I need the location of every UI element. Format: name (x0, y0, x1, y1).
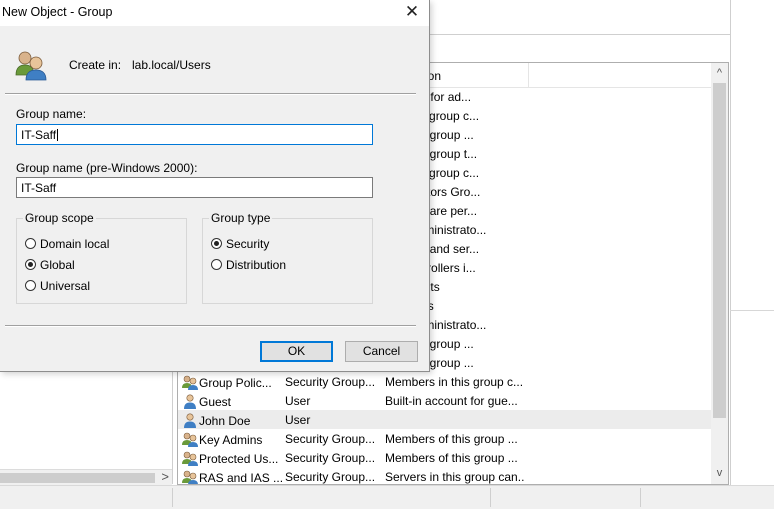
dialog-title: New Object - Group (2, 5, 113, 19)
radio-label: Domain local (40, 237, 110, 251)
ok-button[interactable]: OK (260, 341, 333, 362)
status-bar (0, 485, 774, 509)
list-cell-description: Built-in account for gue... (385, 394, 518, 408)
group-icon (15, 51, 47, 81)
radio-label: Global (40, 258, 75, 272)
list-row[interactable]: Protected Us... Security Group... Members … (178, 448, 712, 467)
radio-dot-icon[interactable] (25, 238, 36, 249)
actions-pane (730, 0, 774, 508)
create-in-path: lab.local/Users (132, 58, 211, 72)
list-cell-type: Security Group... (285, 451, 376, 465)
list-cell-name: RAS and IAS ... (182, 470, 282, 485)
group-type-title: Group type (209, 211, 273, 225)
list-cell-name-text: Key Admins (199, 433, 263, 448)
status-separator (490, 488, 491, 507)
list-row[interactable]: Group Polic... Security Group... Members i… (178, 372, 712, 391)
list-cell-description: Members in this group c... (385, 375, 524, 389)
list-cell-type: User (285, 413, 311, 427)
group-name-value: IT-Saff (21, 128, 57, 142)
list-row[interactable]: Key Admins Security Group... Members of th… (178, 429, 712, 448)
close-icon[interactable]: ✕ (395, 0, 429, 26)
list-cell-name-text: RAS and IAS ... (199, 471, 282, 485)
list-cell-name-text: John Doe (199, 414, 251, 429)
radio-dot-selected-icon[interactable] (25, 259, 36, 270)
radio-label: Distribution (226, 258, 287, 272)
new-object-group-dialog: New Object - Group ✕ Create in: lab.loca… (0, 0, 430, 372)
scroll-right-arrow-icon[interactable]: > (161, 469, 169, 484)
group-name-pre2000-value: IT-Saff (21, 181, 57, 195)
scroll-up-arrow-icon[interactable]: ^ (711, 65, 728, 82)
list-row[interactable]: Guest User Built-in account for gue... (178, 391, 712, 410)
list-scroll-thumb[interactable] (713, 83, 726, 418)
group-name-pre2000-label: Group name (pre-Windows 2000): (16, 161, 198, 175)
list-row[interactable]: John Doe User (178, 410, 712, 429)
group-icon (182, 470, 199, 484)
dialog-titlebar[interactable]: New Object - Group ✕ (0, 0, 429, 26)
status-separator (640, 488, 641, 507)
tree-horizontal-scrollbar[interactable]: > (0, 469, 172, 486)
column-divider (528, 63, 529, 87)
separator-line (5, 325, 416, 327)
list-cell-description: Servers in this group can... (385, 470, 525, 484)
radio-dot-selected-icon[interactable] (211, 238, 222, 249)
radio-label: Universal (40, 279, 91, 293)
list-cell-type: Security Group... (285, 470, 376, 484)
list-cell-type: User (285, 394, 311, 408)
tree-scroll-thumb[interactable] (0, 473, 155, 483)
radio-label: Security (226, 237, 270, 251)
group-name-input[interactable]: IT-Saff (16, 124, 373, 145)
cancel-button[interactable]: Cancel (345, 341, 418, 362)
actions-pane-divider (730, 310, 774, 311)
list-cell-name-text: Guest (199, 395, 232, 410)
list-cell-name-text: Group Polic... (199, 376, 272, 391)
create-in-label: Create in: (69, 58, 122, 72)
list-cell-type: Security Group... (285, 375, 376, 389)
radio-dot-icon[interactable] (211, 259, 222, 270)
list-cell-name-text: Protected Us... (199, 452, 279, 467)
separator-line (5, 93, 416, 95)
scroll-down-arrow-icon[interactable]: v (711, 465, 728, 482)
list-cell-description: Members of this group ... (385, 451, 518, 465)
group-scope-title: Group scope (23, 211, 96, 225)
list-row[interactable]: RAS and IAS ... Security Group... Servers … (178, 467, 712, 485)
group-name-pre2000-input[interactable]: IT-Saff (16, 177, 373, 198)
text-caret (57, 129, 59, 141)
group-name-label: Group name: (16, 107, 87, 121)
status-separator (172, 488, 173, 507)
list-cell-type: Security Group... (285, 432, 376, 446)
list-vertical-scrollbar[interactable]: ^ v (711, 63, 728, 484)
radio-dot-icon[interactable] (25, 280, 36, 291)
list-cell-description: Members of this group ... (385, 432, 518, 446)
console-tree-pane (0, 370, 173, 484)
